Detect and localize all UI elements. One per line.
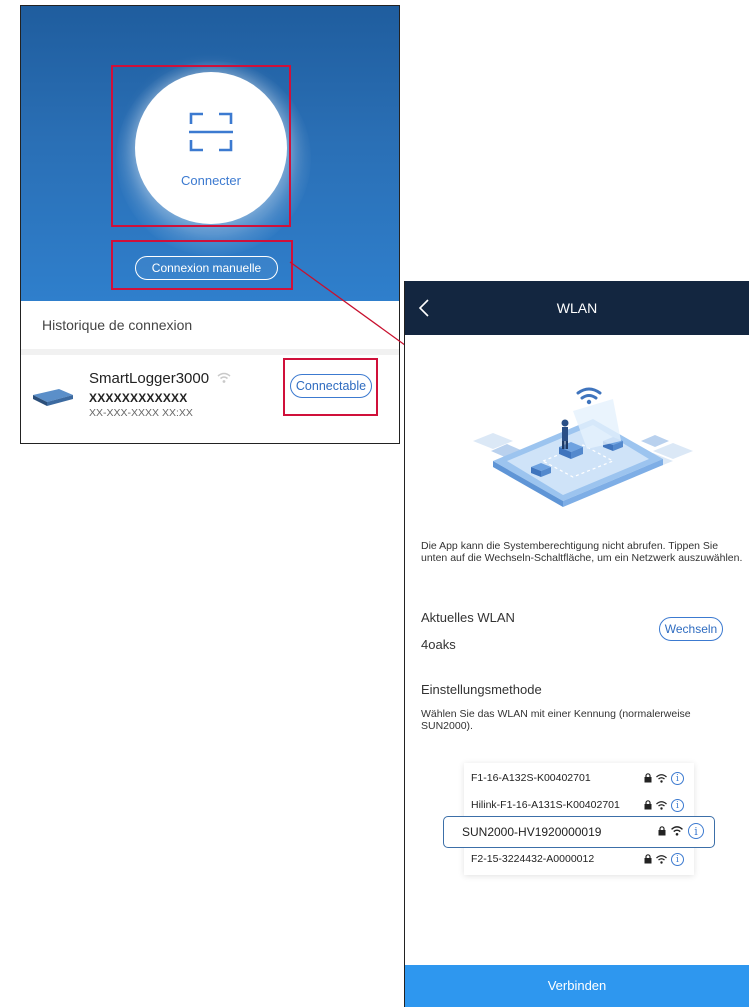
network-name: F2-15-3224432-A0000012 [471,853,595,865]
page-title: WLAN [556,300,598,316]
connect-label: Connecter [181,173,241,188]
current-wlan-label: Aktuelles WLAN [421,610,515,625]
wifi-icon [656,800,667,810]
info-icon[interactable]: i [671,771,684,785]
phone-wifi-illustration [473,387,693,507]
device-name: SmartLogger3000 [89,370,210,387]
info-icon[interactable]: i [671,852,684,866]
history-title: Historique de connexion [42,317,193,333]
lock-icon [658,826,666,836]
network-row[interactable]: F2-15-3224432-A0000012 i [464,846,694,872]
setting-method-label: Einstellungsmethode [421,682,542,697]
wifi-icon [656,773,667,783]
device-icon [33,389,73,406]
network-row-selected[interactable]: SUN2000-HV1920000019 i [443,816,715,848]
left-screenshot: Connecter Connexion manuelle Historique … [20,5,400,444]
connect-hero-panel: Connecter Connexion manuelle [21,6,399,301]
switch-button[interactable]: Wechseln [659,617,723,641]
info-icon[interactable]: i [688,823,704,839]
info-icon[interactable]: i [671,798,684,812]
connectable-button[interactable]: Connectable [290,374,372,398]
device-address: XX-XXX-XXXX XX:XX [89,407,193,419]
wifi-icon [217,372,231,383]
top-bar: WLAN [405,281,749,335]
connect-button[interactable]: Verbinden [405,965,749,1007]
divider [21,349,399,355]
wlan-screen: WLAN Die App kann die Systemberechtigung… [404,281,749,1007]
lock-icon [644,773,652,783]
lock-icon [644,854,652,864]
device-serial: XXXXXXXXXXXX [89,391,188,405]
lock-icon [644,800,652,810]
permission-message: Die App kann die Systemberechtigung nich… [421,540,743,564]
network-name: F1-16-A132S-K00402701 [471,772,591,784]
scan-icon [189,112,233,152]
network-row[interactable]: F1-16-A132S-K00402701 i [464,765,694,791]
wifi-icon [671,826,683,836]
wifi-icon [656,854,667,864]
connect-button[interactable]: Connecter [135,72,287,224]
current-wlan-value: 4oaks [421,637,456,652]
network-name: Hilink-F1-16-A131S-K00402701 [471,799,620,811]
network-row[interactable]: Hilink-F1-16-A131S-K00402701 i [464,792,694,818]
setting-method-description: Wählen Sie das WLAN mit einer Kennung (n… [421,708,691,732]
network-name: SUN2000-HV1920000019 [462,825,602,839]
manual-connection-button[interactable]: Connexion manuelle [135,256,278,280]
